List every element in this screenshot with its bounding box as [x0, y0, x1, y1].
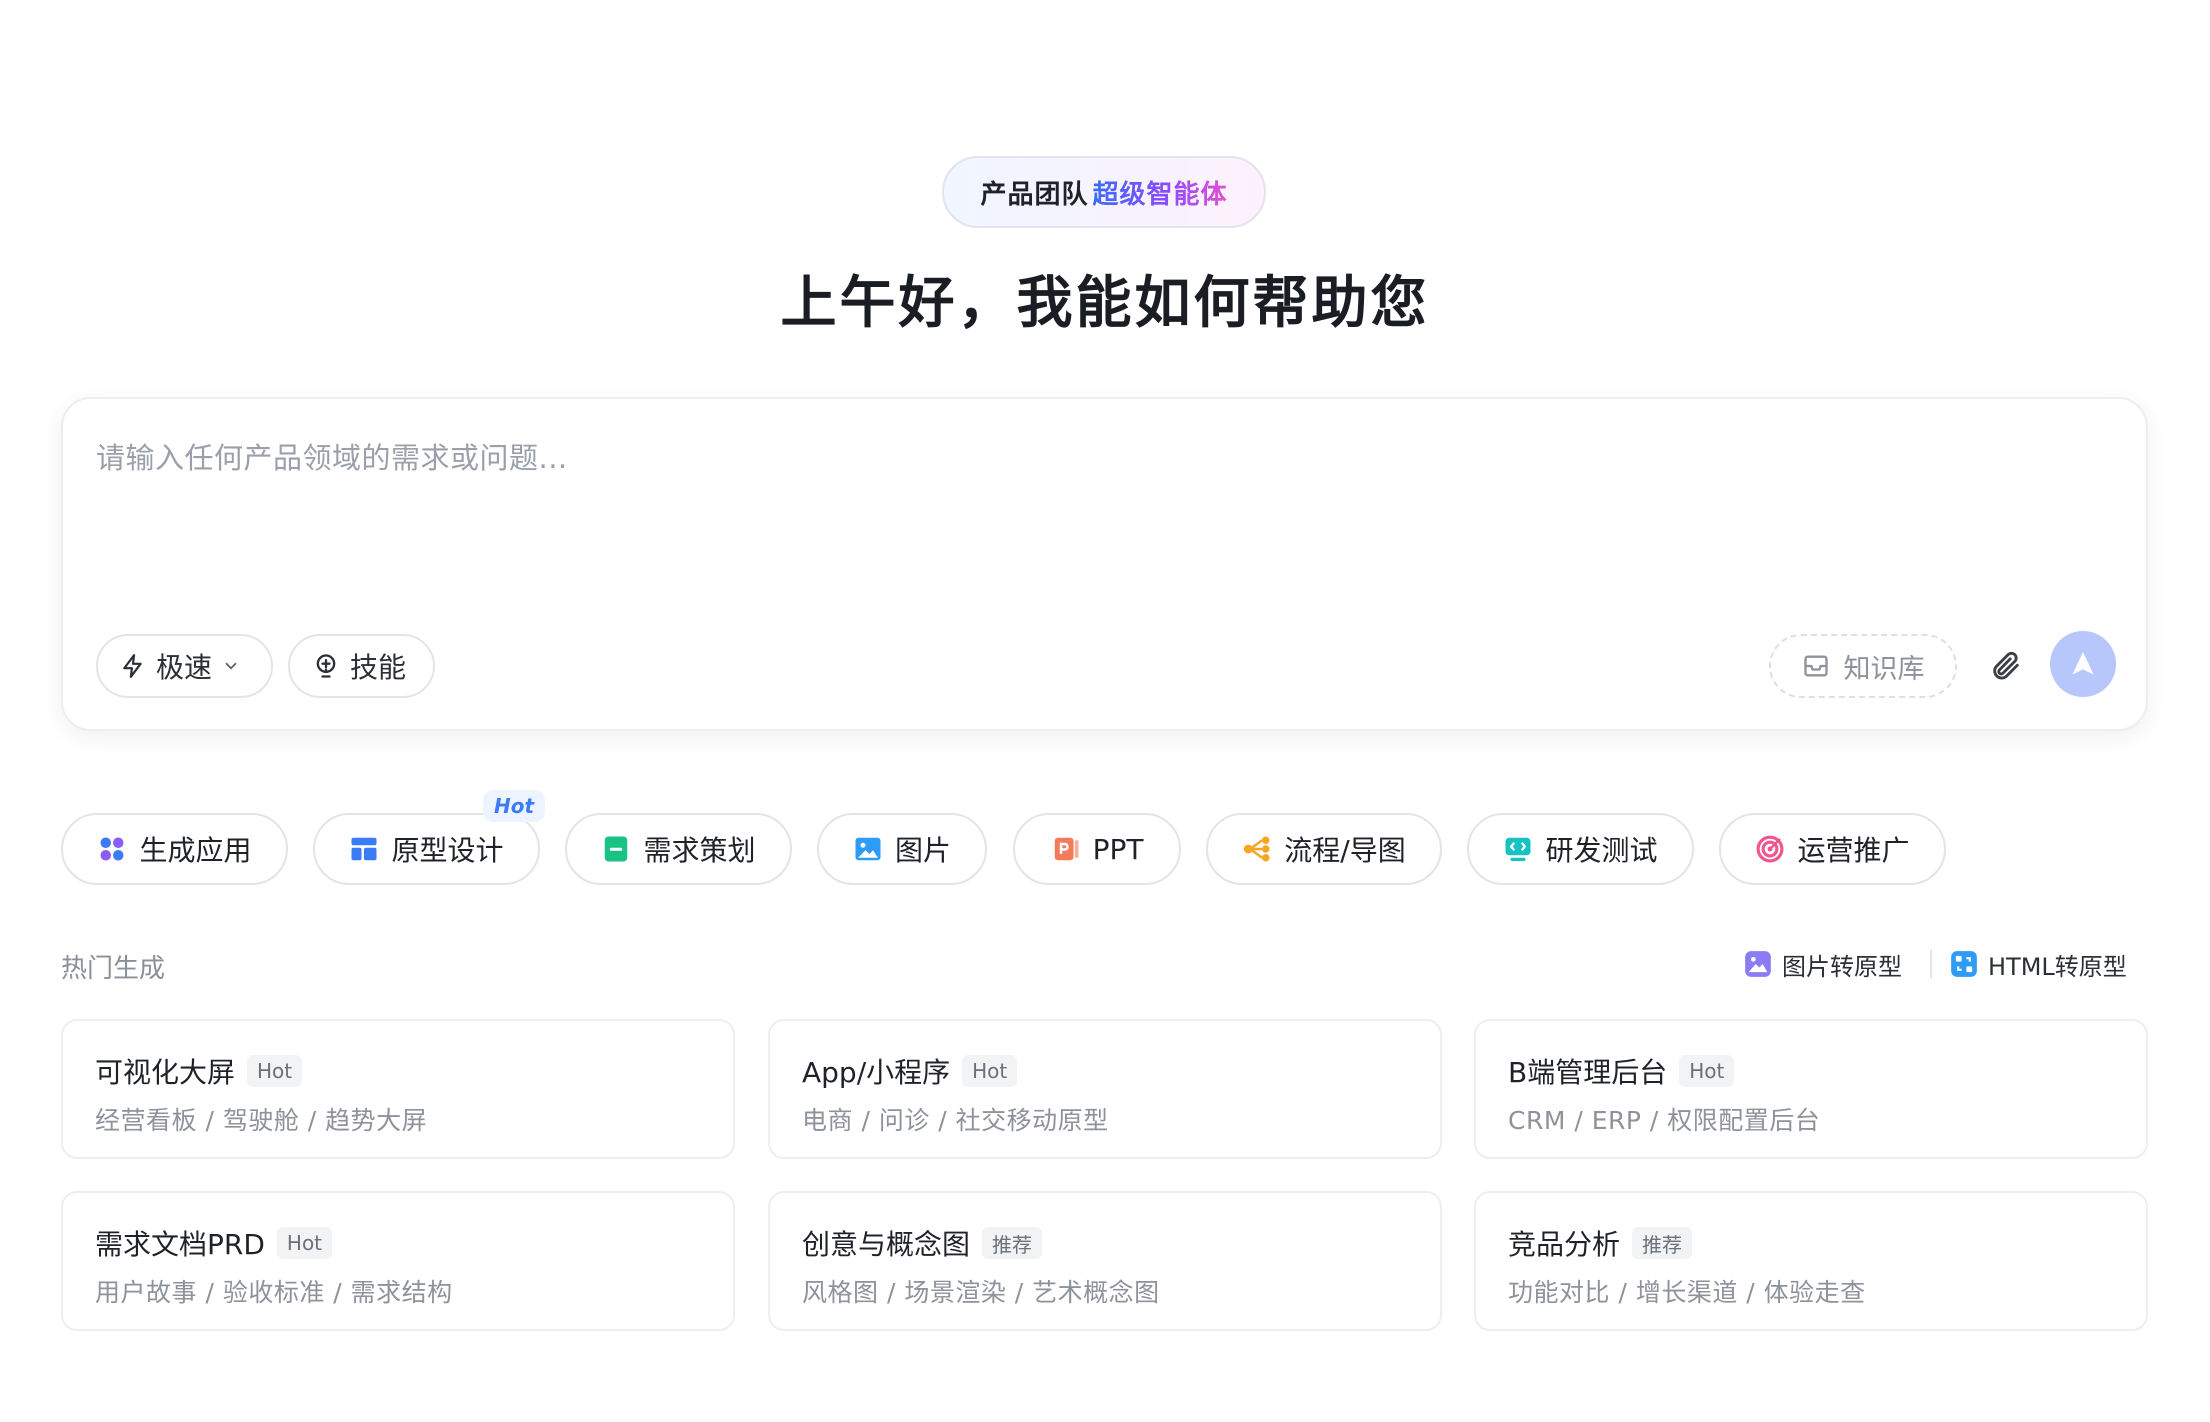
- speed-mode-label: 极速: [156, 651, 213, 684]
- card-app-miniprogram[interactable]: App/小程序 Hot 电商 / 问诊 / 社交移动原型: [768, 1019, 1442, 1159]
- chevron-down-icon: [225, 662, 237, 670]
- card-title-row: 可视化大屏 Hot: [95, 1051, 303, 1091]
- category-label: 生成应用: [139, 834, 252, 867]
- badge-super-agent-label: 超级智能体: [1093, 174, 1228, 211]
- attach-button[interactable]: [1983, 643, 2029, 689]
- hot-tag: Hot: [483, 790, 545, 822]
- divider: [1930, 950, 1932, 978]
- skill-label: 技能: [350, 651, 407, 684]
- category-generate-app[interactable]: 生成应用: [61, 813, 288, 885]
- code-icon: [1505, 837, 1531, 861]
- category-label: PPT: [1092, 832, 1144, 866]
- skill-button[interactable]: 技能: [288, 634, 435, 698]
- card-creative-concept[interactable]: 创意与概念图 推荐 风格图 / 场景渲染 / 艺术概念图: [768, 1191, 1442, 1331]
- card-tag: 推荐: [982, 1227, 1043, 1259]
- category-label: 研发测试: [1545, 834, 1658, 867]
- category-requirement-planning[interactable]: 需求策划: [565, 813, 792, 885]
- html-convert-icon: [1951, 951, 1977, 977]
- knowledge-base-label: 知识库: [1843, 653, 1925, 685]
- category-label: 需求策划: [643, 834, 756, 867]
- paperclip-icon: [1993, 651, 2019, 680]
- page-title: 上午好，我能如何帮助您: [780, 271, 1430, 336]
- card-title: 可视化大屏: [95, 1056, 236, 1089]
- send-button[interactable]: [2050, 631, 2116, 697]
- document-icon: [605, 836, 628, 862]
- category-operations-promotion[interactable]: 运营推广: [1719, 813, 1946, 885]
- card-visual-dashboard[interactable]: 可视化大屏 Hot 经营看板 / 驾驶舱 / 趋势大屏: [61, 1019, 735, 1159]
- agent-badge: 产品团队 超级智能体: [942, 156, 1266, 228]
- card-title: App/小程序: [802, 1056, 951, 1089]
- html-to-prototype-link[interactable]: HTML转原型: [1950, 946, 2127, 982]
- card-subtitle: 风格图 / 场景渲染 / 艺术概念图: [802, 1278, 1160, 1307]
- section-title: 热门生成: [61, 954, 166, 984]
- prompt-input[interactable]: 请输入任何产品领域的需求或问题...: [96, 435, 568, 477]
- card-tag: Hot: [962, 1055, 1018, 1087]
- card-b2b-admin[interactable]: B端管理后台 Hot CRM / ERP / 权限配置后台: [1474, 1019, 2148, 1159]
- inbox-icon: [1803, 655, 1828, 677]
- skill-bulb-icon: [316, 654, 336, 678]
- card-title-row: 竞品分析 推荐: [1508, 1223, 1693, 1263]
- category-label: 流程/导图: [1284, 834, 1406, 867]
- category-label: 图片: [894, 834, 951, 867]
- card-subtitle: 功能对比 / 增长渠道 / 体验走查: [1508, 1278, 1866, 1307]
- page: 产品团队 超级智能体 上午好，我能如何帮助您 请输入任何产品领域的需求或问题..…: [0, 0, 2210, 1422]
- knowledge-base-button[interactable]: 知识库: [1769, 634, 1957, 698]
- apps-grid-icon: [100, 837, 124, 861]
- card-title: 需求文档PRD: [95, 1228, 265, 1261]
- target-icon: [1757, 835, 1784, 863]
- card-subtitle: 电商 / 问诊 / 社交移动原型: [802, 1106, 1109, 1135]
- card-title: 创意与概念图: [802, 1228, 971, 1261]
- card-title: 竞品分析: [1508, 1228, 1621, 1261]
- layout-icon: [351, 837, 377, 861]
- badge-team-label: 产品团队: [980, 179, 1089, 210]
- card-tag: Hot: [247, 1055, 303, 1087]
- card-tag: 推荐: [1632, 1227, 1693, 1259]
- card-subtitle: 用户故事 / 验收标准 / 需求结构: [95, 1278, 453, 1307]
- html-to-prototype-label: HTML转原型: [1988, 952, 2127, 981]
- image-to-prototype-label: 图片转原型: [1782, 952, 1902, 981]
- ppt-icon: [1054, 837, 1079, 861]
- card-title-row: App/小程序 Hot: [802, 1051, 1018, 1091]
- image-convert-icon: [1745, 951, 1771, 977]
- send-arrow-icon: [2072, 652, 2094, 675]
- image-to-prototype-link[interactable]: 图片转原型: [1744, 946, 1902, 982]
- category-ppt[interactable]: PPT: [1013, 813, 1181, 885]
- image-icon: [855, 837, 881, 861]
- card-title: B端管理后台: [1508, 1056, 1668, 1089]
- category-image[interactable]: 图片: [817, 813, 987, 885]
- mindmap-icon: [1244, 836, 1270, 862]
- card-title-row: 创意与概念图 推荐: [802, 1223, 1043, 1263]
- prompt-box[interactable]: 请输入任何产品领域的需求或问题... 极速 技能 知识库: [61, 397, 2148, 731]
- category-flow-mindmap[interactable]: 流程/导图: [1206, 813, 1442, 885]
- card-tag: Hot: [1679, 1055, 1735, 1087]
- card-prd-document[interactable]: 需求文档PRD Hot 用户故事 / 验收标准 / 需求结构: [61, 1191, 735, 1331]
- category-label: 原型设计: [391, 834, 504, 867]
- category-prototype-design[interactable]: 原型设计: [313, 813, 540, 885]
- card-title-row: 需求文档PRD Hot: [95, 1223, 333, 1263]
- category-label: 运营推广: [1797, 834, 1910, 867]
- lightning-icon: [123, 654, 142, 678]
- card-subtitle: 经营看板 / 驾驶舱 / 趋势大屏: [95, 1106, 428, 1135]
- card-subtitle: CRM / ERP / 权限配置后台: [1508, 1106, 1821, 1135]
- card-title-row: B端管理后台 Hot: [1508, 1051, 1735, 1091]
- speed-mode-dropdown[interactable]: 极速: [96, 634, 273, 698]
- card-competitor-analysis[interactable]: 竞品分析 推荐 功能对比 / 增长渠道 / 体验走查: [1474, 1191, 2148, 1331]
- card-tag: Hot: [276, 1227, 333, 1259]
- category-dev-testing[interactable]: 研发测试: [1467, 813, 1694, 885]
